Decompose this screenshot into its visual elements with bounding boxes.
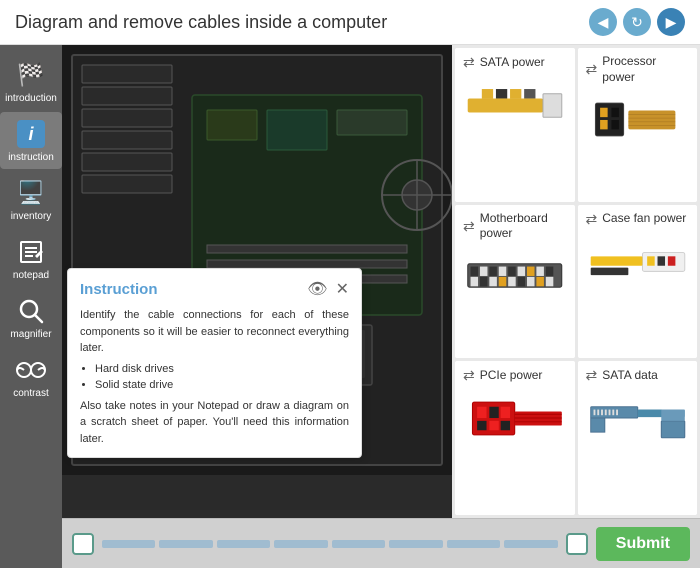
progress-dash-6 — [389, 540, 442, 548]
list-item-1: Hard disk drives — [95, 361, 349, 378]
cable-image-pcie-power — [463, 388, 567, 448]
sidebar-label-notepad: notepad — [13, 270, 49, 281]
progress-dash-2 — [159, 540, 212, 548]
refresh-button[interactable]: ↻ — [623, 8, 651, 36]
instruction-popup: Instruction 👁 ✕ Identify the cable conne… — [67, 268, 362, 458]
cable-card-case-fan-power[interactable]: ⇄ Case fan power — [578, 205, 698, 359]
popup-body-line1: Identify the cable connections for each … — [80, 307, 349, 357]
next-button[interactable]: ▶ — [657, 8, 685, 36]
info-icon: i — [15, 118, 47, 150]
close-icon[interactable]: ✕ — [336, 279, 349, 299]
eye-icon[interactable]: 👁 — [307, 279, 327, 299]
cable-header-sata-power: ⇄ SATA power — [463, 54, 567, 71]
list-item-2: Solid state drive — [95, 377, 349, 394]
cable-arrows-icon-6: ⇄ — [586, 367, 598, 384]
cable-header-motherboard-power: ⇄ Motherboard power — [463, 211, 567, 242]
monitor-icon: 🖥️ — [15, 177, 47, 209]
sidebar-item-magnifier[interactable]: magnifier — [0, 289, 62, 346]
sidebar-item-contrast[interactable]: contrast — [0, 348, 62, 405]
progress-dash-8 — [504, 540, 557, 548]
cable-card-sata-data[interactable]: ⇄ SATA data — [578, 361, 698, 515]
sidebar-label-instruction: instruction — [8, 152, 54, 163]
cable-header-sata-data: ⇄ SATA data — [586, 367, 690, 384]
cable-header-processor-power: ⇄ Processor power — [586, 54, 690, 85]
progress-bar — [102, 540, 558, 548]
cable-image-processor-power — [586, 89, 690, 149]
navigation-buttons: ◀ ↻ ▶ — [589, 8, 685, 36]
cable-card-sata-power[interactable]: ⇄ SATA power — [455, 48, 575, 202]
cable-header-case-fan-power: ⇄ Case fan power — [586, 211, 690, 228]
cables-grid: ⇄ SATA power — [452, 45, 700, 518]
cable-arrows-icon: ⇄ — [463, 54, 475, 71]
bottom-dot-2[interactable] — [566, 533, 588, 555]
cable-arrows-icon-4: ⇄ — [586, 211, 598, 228]
submit-button[interactable]: Submit — [596, 527, 690, 561]
sidebar-item-notepad[interactable]: notepad — [0, 230, 62, 287]
sidebar-item-inventory[interactable]: 🖥️ inventory — [0, 171, 62, 228]
progress-dash-4 — [274, 540, 327, 548]
sidebar-item-instruction[interactable]: i instruction — [0, 112, 62, 169]
sidebar-label-magnifier: magnifier — [10, 329, 51, 340]
cable-name-processor-power: Processor power — [602, 54, 689, 85]
cable-name-sata-data: SATA data — [602, 368, 658, 384]
popup-controls: 👁 ✕ — [307, 279, 349, 299]
cable-arrows-icon-5: ⇄ — [463, 367, 475, 384]
prev-button[interactable]: ◀ — [589, 8, 617, 36]
progress-dash-3 — [217, 540, 270, 548]
content-row: SSD PLUS SanDisk I — [62, 45, 700, 518]
progress-dash-1 — [102, 540, 155, 548]
cable-name-motherboard-power: Motherboard power — [480, 211, 567, 242]
popup-body-line2: Also take notes in your Notepad or draw … — [80, 398, 349, 448]
progress-dash-5 — [332, 540, 385, 548]
glasses-icon — [15, 354, 47, 386]
sidebar: 🏁 introduction i instruction 🖥️ inventor… — [0, 45, 62, 568]
header: Diagram and remove cables inside a compu… — [0, 0, 700, 45]
cable-image-motherboard-power — [463, 246, 567, 306]
cable-header-pcie-power: ⇄ PCIe power — [463, 367, 567, 384]
pencil-icon — [15, 236, 47, 268]
cable-card-pcie-power[interactable]: ⇄ PCIe power — [455, 361, 575, 515]
page-title: Diagram and remove cables inside a compu… — [15, 12, 387, 33]
sidebar-label-contrast: contrast — [13, 388, 49, 399]
cable-image-sata-data — [586, 388, 690, 448]
cable-name-sata-power: SATA power — [480, 55, 545, 71]
popup-title: Instruction — [80, 281, 158, 298]
sidebar-item-introduction[interactable]: 🏁 introduction — [0, 53, 62, 110]
sidebar-label-introduction: introduction — [5, 93, 57, 104]
popup-header: Instruction 👁 ✕ — [80, 279, 349, 299]
magnifier-icon — [15, 295, 47, 327]
cable-arrows-icon-2: ⇄ — [586, 61, 598, 78]
content-area: SSD PLUS SanDisk I — [62, 45, 700, 568]
flag-icon: 🏁 — [15, 59, 47, 91]
cable-name-pcie-power: PCIe power — [480, 368, 543, 384]
main-content: 🏁 introduction i instruction 🖥️ inventor… — [0, 45, 700, 568]
cable-arrows-icon-3: ⇄ — [463, 218, 475, 235]
progress-dash-7 — [447, 540, 500, 548]
bottom-dot-1[interactable] — [72, 533, 94, 555]
cable-image-sata-power — [463, 75, 567, 135]
cable-image-case-fan-power — [586, 232, 690, 292]
cable-name-case-fan-power: Case fan power — [602, 211, 686, 227]
bottom-bar: Submit — [62, 518, 700, 568]
computer-image-area: SSD PLUS SanDisk I — [62, 45, 452, 518]
sidebar-label-inventory: inventory — [11, 211, 52, 222]
cable-card-processor-power[interactable]: ⇄ Processor power — [578, 48, 698, 202]
popup-list: Hard disk drives Solid state drive — [95, 361, 349, 394]
cable-card-motherboard-power[interactable]: ⇄ Motherboard power — [455, 205, 575, 359]
